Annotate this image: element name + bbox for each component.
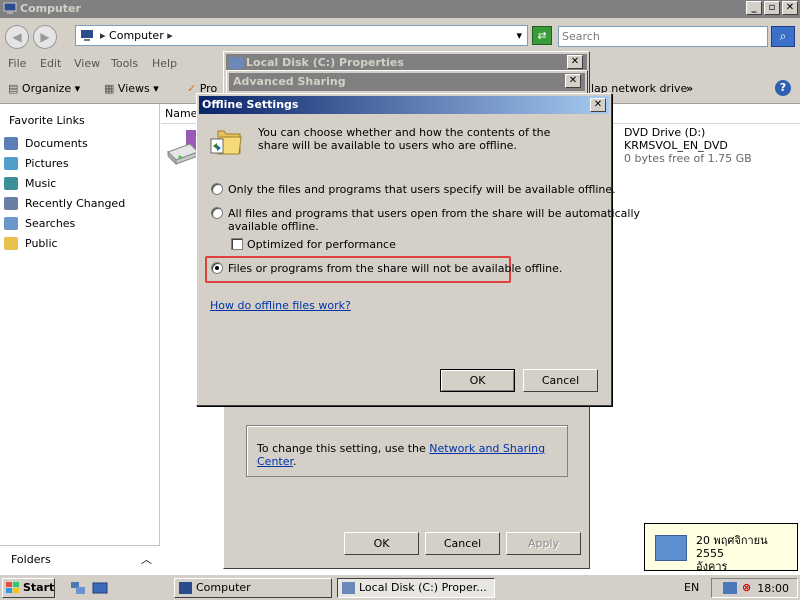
- properties-title: Local Disk (C:) Properties: [246, 56, 404, 69]
- folders-bar[interactable]: Folders ︿: [0, 545, 160, 574]
- offline-description: You can choose whether and how the conte…: [258, 126, 551, 152]
- offline-folder-icon: [210, 130, 242, 155]
- properties-cancel-button[interactable]: Cancel: [425, 532, 500, 555]
- notification-day: อังคาร: [696, 560, 728, 573]
- pictures-icon: [4, 157, 18, 170]
- drive-icon: [342, 582, 355, 594]
- menu-edit[interactable]: Edit: [40, 57, 61, 70]
- offline-cancel-button[interactable]: Cancel: [523, 369, 598, 392]
- menu-help[interactable]: Help: [152, 57, 177, 70]
- favorite-links-title: Favorite Links: [9, 114, 85, 127]
- offline-settings-titlebar[interactable]: Offline Settings ✕: [199, 96, 609, 114]
- nav-item-searches[interactable]: Searches: [4, 215, 154, 233]
- checkmark-icon: ✓: [187, 82, 197, 95]
- properties-close-button[interactable]: ✕: [567, 55, 583, 69]
- offline-ok-button[interactable]: OK: [440, 369, 515, 392]
- forward-button[interactable]: ▶: [33, 25, 57, 49]
- search-input[interactable]: Search: [558, 26, 768, 47]
- offline-settings-dialog: Offline Settings ✕ You can choose whethe…: [196, 93, 640, 406]
- radio-automatic[interactable]: [211, 207, 223, 219]
- taskbar-item-properties[interactable]: Local Disk (C:) Proper...: [337, 578, 495, 598]
- clock[interactable]: 18:00: [757, 582, 789, 595]
- taskbar-item-computer[interactable]: Computer: [174, 578, 332, 598]
- network-tray-icon[interactable]: [723, 582, 737, 594]
- date-notification[interactable]: 20 พฤศจิกายน 2555 อังคาร: [644, 523, 798, 573]
- offline-help-link[interactable]: How do offline files work?: [210, 299, 351, 312]
- address-text: Computer: [109, 29, 164, 42]
- search-icon[interactable]: ⌕: [771, 26, 795, 47]
- nav-item-music[interactable]: Music: [4, 175, 154, 193]
- address-dropdown-icon[interactable]: ▾: [516, 26, 522, 45]
- notification-date: 20 พฤศจิกายน 2555: [696, 534, 768, 560]
- sharing-info-text: To change this setting, use the Network …: [257, 442, 546, 468]
- nav-item-recently-changed[interactable]: Recently Changed: [4, 195, 154, 213]
- windows-logo-icon: [6, 582, 19, 593]
- radio-not-available[interactable]: [211, 262, 223, 274]
- searches-icon: [4, 217, 18, 230]
- organize-icon: ▤: [8, 82, 19, 95]
- nav-item-pictures[interactable]: Pictures: [4, 155, 154, 173]
- dvd-drive-free-space: 0 bytes free of 1.75 GB: [624, 152, 752, 165]
- advanced-sharing-title: Advanced Sharing: [233, 75, 346, 88]
- advanced-sharing-titlebar[interactable]: Advanced Sharing ✕: [229, 73, 585, 91]
- chevron-up-icon: ︿: [141, 553, 152, 566]
- drive-icon: [229, 57, 243, 69]
- hard-drive-icon[interactable]: [166, 128, 200, 166]
- dvd-drive-label: KRMSVOL_EN_DVD: [624, 139, 728, 152]
- explorer-titlebar[interactable]: Computer _ ▫ ✕: [0, 0, 800, 18]
- explorer-title: Computer: [20, 2, 81, 15]
- network-icon[interactable]: [70, 581, 86, 595]
- computer-icon: [81, 30, 93, 41]
- views-icon: ▦: [104, 82, 115, 95]
- dvd-drive-name: DVD Drive (D:): [624, 126, 706, 139]
- computer-icon: [179, 582, 192, 594]
- recently-changed-icon: [4, 197, 18, 210]
- organize-button[interactable]: ▤ Organize ▾: [8, 82, 80, 95]
- language-indicator[interactable]: EN: [684, 581, 699, 594]
- sharing-info-group: To change this setting, use the Network …: [246, 425, 568, 477]
- system-tray: ⊗ 18:00: [711, 578, 798, 598]
- menu-view[interactable]: View: [74, 57, 100, 70]
- properties-apply-button: Apply: [506, 532, 581, 555]
- dvd-drive-item[interactable]: DVD Drive (D:) KRMSVOL_EN_DVD 0 bytes fr…: [624, 126, 752, 165]
- public-folder-icon: [4, 237, 18, 250]
- computer-icon: [3, 2, 17, 14]
- volume-muted-icon[interactable]: ⊗: [742, 581, 751, 594]
- address-bar-row: ◀ ▶ ▸ Computer ▸ ▾ ⇄ Search ⌕: [0, 18, 800, 54]
- advanced-sharing-close-button[interactable]: ✕: [565, 74, 581, 88]
- navigation-pane: Favorite Links Documents Pictures Music …: [0, 104, 160, 545]
- back-button[interactable]: ◀: [5, 25, 29, 49]
- menu-file[interactable]: File: [8, 57, 26, 70]
- toolbar-overflow-button[interactable]: »: [686, 82, 693, 95]
- minimize-button[interactable]: _: [746, 1, 762, 15]
- start-button[interactable]: Start: [2, 578, 55, 598]
- properties-ok-button[interactable]: OK: [344, 532, 419, 555]
- offline-settings-title: Offline Settings: [202, 98, 299, 111]
- music-icon: [4, 177, 18, 190]
- nav-item-public[interactable]: Public: [4, 235, 154, 253]
- maximize-button[interactable]: ▫: [764, 1, 780, 15]
- documents-icon: [4, 137, 18, 150]
- taskbar: Start Computer Local Disk (C:) Proper...…: [0, 574, 800, 600]
- views-button[interactable]: ▦ Views ▾: [104, 82, 159, 95]
- calendar-icon: [655, 535, 687, 561]
- address-input[interactable]: ▸ Computer ▸ ▾: [75, 25, 528, 46]
- radio-user-specified[interactable]: [211, 183, 223, 195]
- refresh-button[interactable]: ⇄: [532, 26, 552, 45]
- show-desktop-icon[interactable]: [92, 581, 108, 595]
- help-icon[interactable]: ?: [775, 80, 791, 96]
- offline-close-button[interactable]: ✕: [590, 98, 606, 112]
- nav-item-documents[interactable]: Documents: [4, 135, 154, 153]
- close-button[interactable]: ✕: [782, 1, 798, 15]
- checkbox-optimize[interactable]: [231, 238, 243, 250]
- menu-tools[interactable]: Tools: [111, 57, 138, 70]
